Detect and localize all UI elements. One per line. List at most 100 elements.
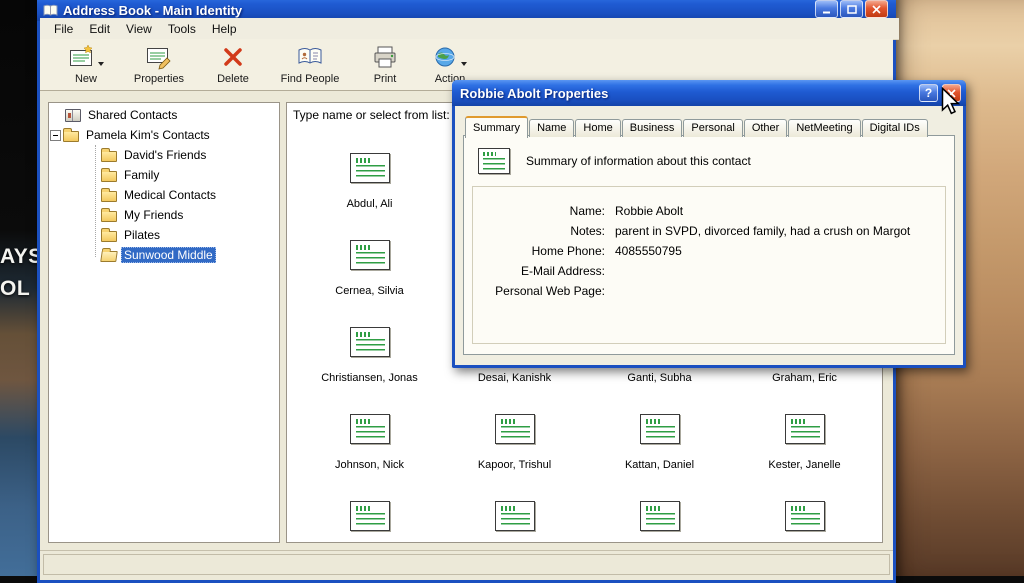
contact-card-icon bbox=[785, 414, 825, 444]
contact-item[interactable] bbox=[297, 501, 442, 543]
tree-item-family[interactable]: Family bbox=[49, 165, 279, 185]
tab-name[interactable]: Name bbox=[529, 119, 574, 137]
tab-digital-ids[interactable]: Digital IDs bbox=[862, 119, 928, 137]
contact-item[interactable] bbox=[587, 501, 732, 543]
new-contact-card-icon bbox=[69, 43, 104, 71]
field-value: 4085550795 bbox=[615, 244, 682, 258]
folder-icon bbox=[63, 131, 79, 142]
minimize-button[interactable] bbox=[815, 0, 838, 18]
printer-icon bbox=[372, 43, 398, 71]
tree-item-medical-contacts[interactable]: Medical Contacts bbox=[49, 185, 279, 205]
field-value: Robbie Abolt bbox=[615, 204, 683, 218]
tree-item-davids-friends[interactable]: David's Friends bbox=[49, 145, 279, 165]
status-bar bbox=[40, 550, 893, 577]
tree-item-sunwood-middle[interactable]: Sunwood Middle bbox=[49, 245, 279, 265]
window-controls bbox=[815, 0, 888, 18]
find-people-book-icon bbox=[297, 43, 323, 71]
tab-business[interactable]: Business bbox=[622, 119, 683, 137]
open-folder-icon bbox=[100, 251, 118, 262]
contact-properties-dialog: Robbie Abolt Properties Summary Name Hom… bbox=[452, 80, 966, 368]
summary-tab-page: Summary of information about this contac… bbox=[463, 135, 955, 355]
summary-fields: Name: Robbie Abolt Notes: parent in SVPD… bbox=[473, 201, 945, 301]
menu-edit[interactable]: Edit bbox=[81, 20, 118, 38]
tree-item-pamela-kims-contacts[interactable]: Pamela Kim's Contacts bbox=[49, 125, 279, 145]
contact-item[interactable] bbox=[732, 501, 877, 543]
contact-item[interactable]: Kapoor, Trishul bbox=[442, 414, 587, 501]
field-row-name: Name: Robbie Abolt bbox=[473, 201, 945, 221]
collapse-expander-icon[interactable] bbox=[50, 130, 61, 141]
folder-icon bbox=[101, 211, 117, 222]
folder-icon bbox=[101, 151, 117, 162]
contact-card-icon bbox=[350, 240, 390, 270]
new-dropdown-arrow-icon[interactable] bbox=[98, 62, 104, 66]
contact-card-icon bbox=[350, 501, 390, 531]
tab-strip: Summary Name Home Business Personal Othe… bbox=[465, 115, 929, 137]
field-label: Name: bbox=[473, 204, 615, 218]
contact-card-icon bbox=[785, 501, 825, 531]
window-title: Address Book - Main Identity bbox=[63, 3, 815, 18]
menu-view[interactable]: View bbox=[118, 20, 160, 38]
folder-icon bbox=[101, 171, 117, 182]
action-globe-icon bbox=[434, 43, 467, 71]
field-row-web-page: Personal Web Page: bbox=[473, 281, 945, 301]
folder-icon bbox=[101, 191, 117, 202]
contact-item[interactable]: Cernea, Silvia bbox=[297, 240, 442, 327]
summary-header: Summary of information about this contac… bbox=[478, 148, 751, 174]
close-button[interactable] bbox=[865, 0, 888, 18]
summary-fields-group: Name: Robbie Abolt Notes: parent in SVPD… bbox=[472, 186, 946, 344]
maximize-button[interactable] bbox=[840, 0, 863, 18]
contact-item[interactable] bbox=[442, 501, 587, 543]
menu-bar: File Edit View Tools Help bbox=[40, 18, 899, 40]
tab-home[interactable]: Home bbox=[575, 119, 620, 137]
menu-file[interactable]: File bbox=[46, 20, 81, 38]
folders-tree-panel: Shared Contacts Pamela Kim's Contacts Da… bbox=[48, 102, 280, 543]
contact-item[interactable]: Kattan, Daniel bbox=[587, 414, 732, 501]
mouse-cursor bbox=[940, 87, 960, 122]
help-button[interactable] bbox=[919, 84, 938, 102]
contact-card-icon bbox=[350, 327, 390, 357]
address-book-app-icon bbox=[43, 4, 58, 17]
tree-item-pilates[interactable]: Pilates bbox=[49, 225, 279, 245]
contact-item[interactable]: Kester, Janelle bbox=[732, 414, 877, 501]
field-label: E-Mail Address: bbox=[473, 264, 615, 278]
tab-personal[interactable]: Personal bbox=[683, 119, 742, 137]
contact-card-icon bbox=[478, 148, 510, 174]
tree-item-my-friends[interactable]: My Friends bbox=[49, 205, 279, 225]
contact-card-icon bbox=[640, 414, 680, 444]
field-value: parent in SVPD, divorced family, had a c… bbox=[615, 224, 910, 238]
field-label: Personal Web Page: bbox=[473, 284, 615, 298]
delete-x-icon bbox=[222, 43, 244, 71]
delete-button[interactable]: Delete bbox=[204, 43, 262, 85]
properties-button[interactable]: Properties bbox=[124, 43, 194, 85]
field-label: Home Phone: bbox=[473, 244, 615, 258]
tab-summary[interactable]: Summary bbox=[465, 116, 528, 138]
contact-item[interactable]: Christiansen, Jonas bbox=[297, 327, 442, 414]
contact-card-icon bbox=[350, 153, 390, 183]
contact-card-icon bbox=[350, 414, 390, 444]
tree-item-shared-contacts[interactable]: Shared Contacts bbox=[49, 105, 279, 125]
print-button[interactable]: Print bbox=[358, 43, 412, 85]
dialog-title-bar[interactable]: Robbie Abolt Properties bbox=[452, 80, 966, 106]
find-people-button[interactable]: Find People bbox=[272, 43, 348, 85]
field-row-email: E-Mail Address: bbox=[473, 261, 945, 281]
tab-netmeeting[interactable]: NetMeeting bbox=[788, 119, 860, 137]
menu-tools[interactable]: Tools bbox=[160, 20, 204, 38]
action-button[interactable]: Action bbox=[422, 43, 478, 85]
tab-other[interactable]: Other bbox=[744, 119, 788, 137]
summary-caption: Summary of information about this contac… bbox=[526, 154, 751, 168]
field-label: Notes: bbox=[473, 224, 615, 238]
contact-card-icon bbox=[495, 501, 535, 531]
contact-item[interactable]: Johnson, Nick bbox=[297, 414, 442, 501]
folder-icon bbox=[101, 231, 117, 242]
new-button[interactable]: New bbox=[58, 43, 114, 85]
field-row-notes: Notes: parent in SVPD, divorced family, … bbox=[473, 221, 945, 241]
contact-card-icon bbox=[640, 501, 680, 531]
properties-card-icon bbox=[146, 43, 172, 71]
menu-help[interactable]: Help bbox=[204, 20, 245, 38]
contact-card-icon bbox=[495, 414, 535, 444]
contact-item[interactable]: Abdul, Ali bbox=[297, 153, 442, 240]
address-book-icon bbox=[65, 109, 81, 122]
action-dropdown-arrow-icon[interactable] bbox=[461, 62, 467, 66]
field-row-home-phone: Home Phone: 4085550795 bbox=[473, 241, 945, 261]
dialog-title: Robbie Abolt Properties bbox=[460, 86, 915, 101]
